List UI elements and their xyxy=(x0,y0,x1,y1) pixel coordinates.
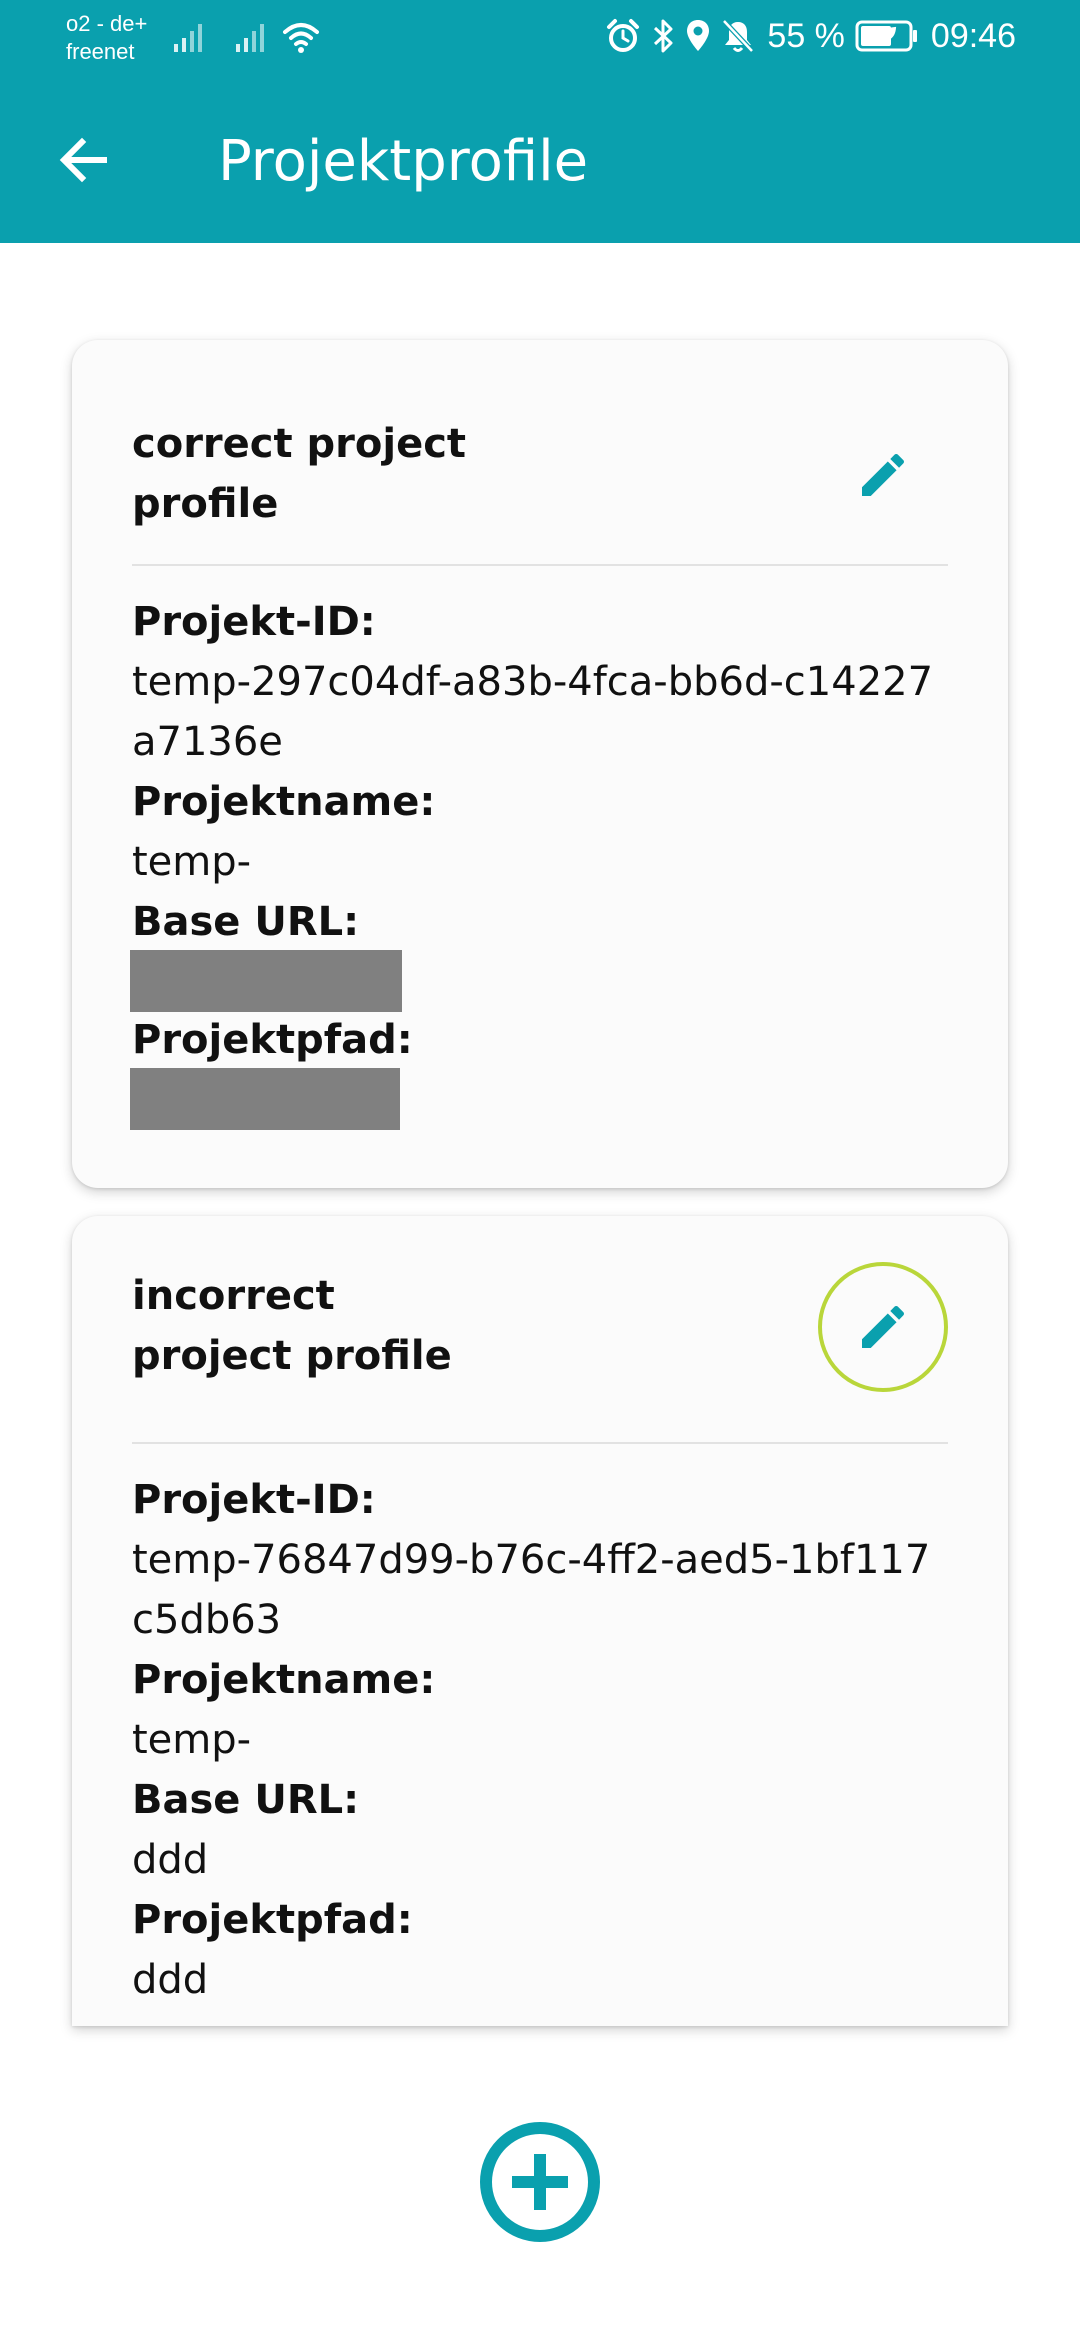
project-profile-card[interactable]: correct project profile Projekt-ID: temp… xyxy=(72,340,1008,1188)
pencil-icon xyxy=(862,453,905,496)
mute-icon xyxy=(722,19,755,53)
base-url-value: ddd xyxy=(132,1837,209,1883)
project-id-value: temp-297c04df-a83b-4fca-bb6d-c14227a7136… xyxy=(132,659,934,765)
project-path-label: Projektpfad: xyxy=(132,1897,413,1943)
project-profile-card[interactable]: incorrect project profile Projekt-ID: te… xyxy=(72,1216,1008,2026)
add-circle-icon xyxy=(480,2122,600,2242)
battery-icon xyxy=(855,20,917,52)
location-icon xyxy=(687,20,710,51)
project-id-label: Projekt-ID: xyxy=(132,599,376,645)
alarm-icon xyxy=(607,19,640,52)
project-id-label: Projekt-ID: xyxy=(132,1477,376,1523)
profile-title: correct project profile xyxy=(132,421,467,527)
signal-icon xyxy=(174,24,202,52)
base-url-value-redacted xyxy=(130,950,402,1012)
project-id-value: temp-76847d99-b76c-4ff2-aed5-1bf117c5db6… xyxy=(132,1537,931,1643)
project-name-label: Projektname: xyxy=(132,1657,436,1703)
profile-title: incorrect project profile xyxy=(132,1273,452,1379)
profile-details: Projekt-ID: temp-297c04df-a83b-4fca-bb6d… xyxy=(130,592,952,1130)
page-title: Projektprofile xyxy=(218,129,589,194)
project-path-value-redacted xyxy=(130,1068,400,1130)
carrier-line-1: o2 - de+ xyxy=(66,11,148,36)
base-url-label: Base URL: xyxy=(132,899,360,945)
profile-details: Projekt-ID: temp-76847d99-b76c-4ff2-aed5… xyxy=(132,1470,952,2010)
add-profile-button[interactable] xyxy=(478,2120,602,2244)
battery-percent: 55 % xyxy=(767,16,845,55)
project-name-label: Projektname: xyxy=(132,779,436,825)
wifi-icon xyxy=(283,23,319,53)
bluetooth-icon xyxy=(654,19,673,53)
edit-profile-button[interactable] xyxy=(818,410,948,540)
project-path-value: ddd xyxy=(132,1957,209,2003)
carrier-line-2: freenet xyxy=(66,39,135,64)
project-path-label: Projektpfad: xyxy=(132,1017,413,1063)
arrow-back-icon xyxy=(59,137,107,183)
base-url-label: Base URL: xyxy=(132,1777,360,1823)
app-bar: o2 - de+ freenet 55 % 09:46 Projektprofi… xyxy=(0,0,1080,243)
edit-profile-button[interactable] xyxy=(818,1262,948,1392)
project-name-value: temp- xyxy=(132,1717,252,1763)
divider xyxy=(132,564,948,566)
carrier-label: o2 - de+ freenet xyxy=(66,10,147,66)
signal-icon xyxy=(236,24,264,52)
project-name-value: temp- xyxy=(132,839,252,885)
pencil-icon xyxy=(862,1305,905,1348)
divider xyxy=(132,1442,948,1444)
status-bar: o2 - de+ freenet 55 % 09:46 xyxy=(0,0,1080,72)
status-icons: 55 % 09:46 xyxy=(595,16,1016,56)
back-button[interactable] xyxy=(52,128,116,192)
clock: 09:46 xyxy=(930,16,1016,55)
